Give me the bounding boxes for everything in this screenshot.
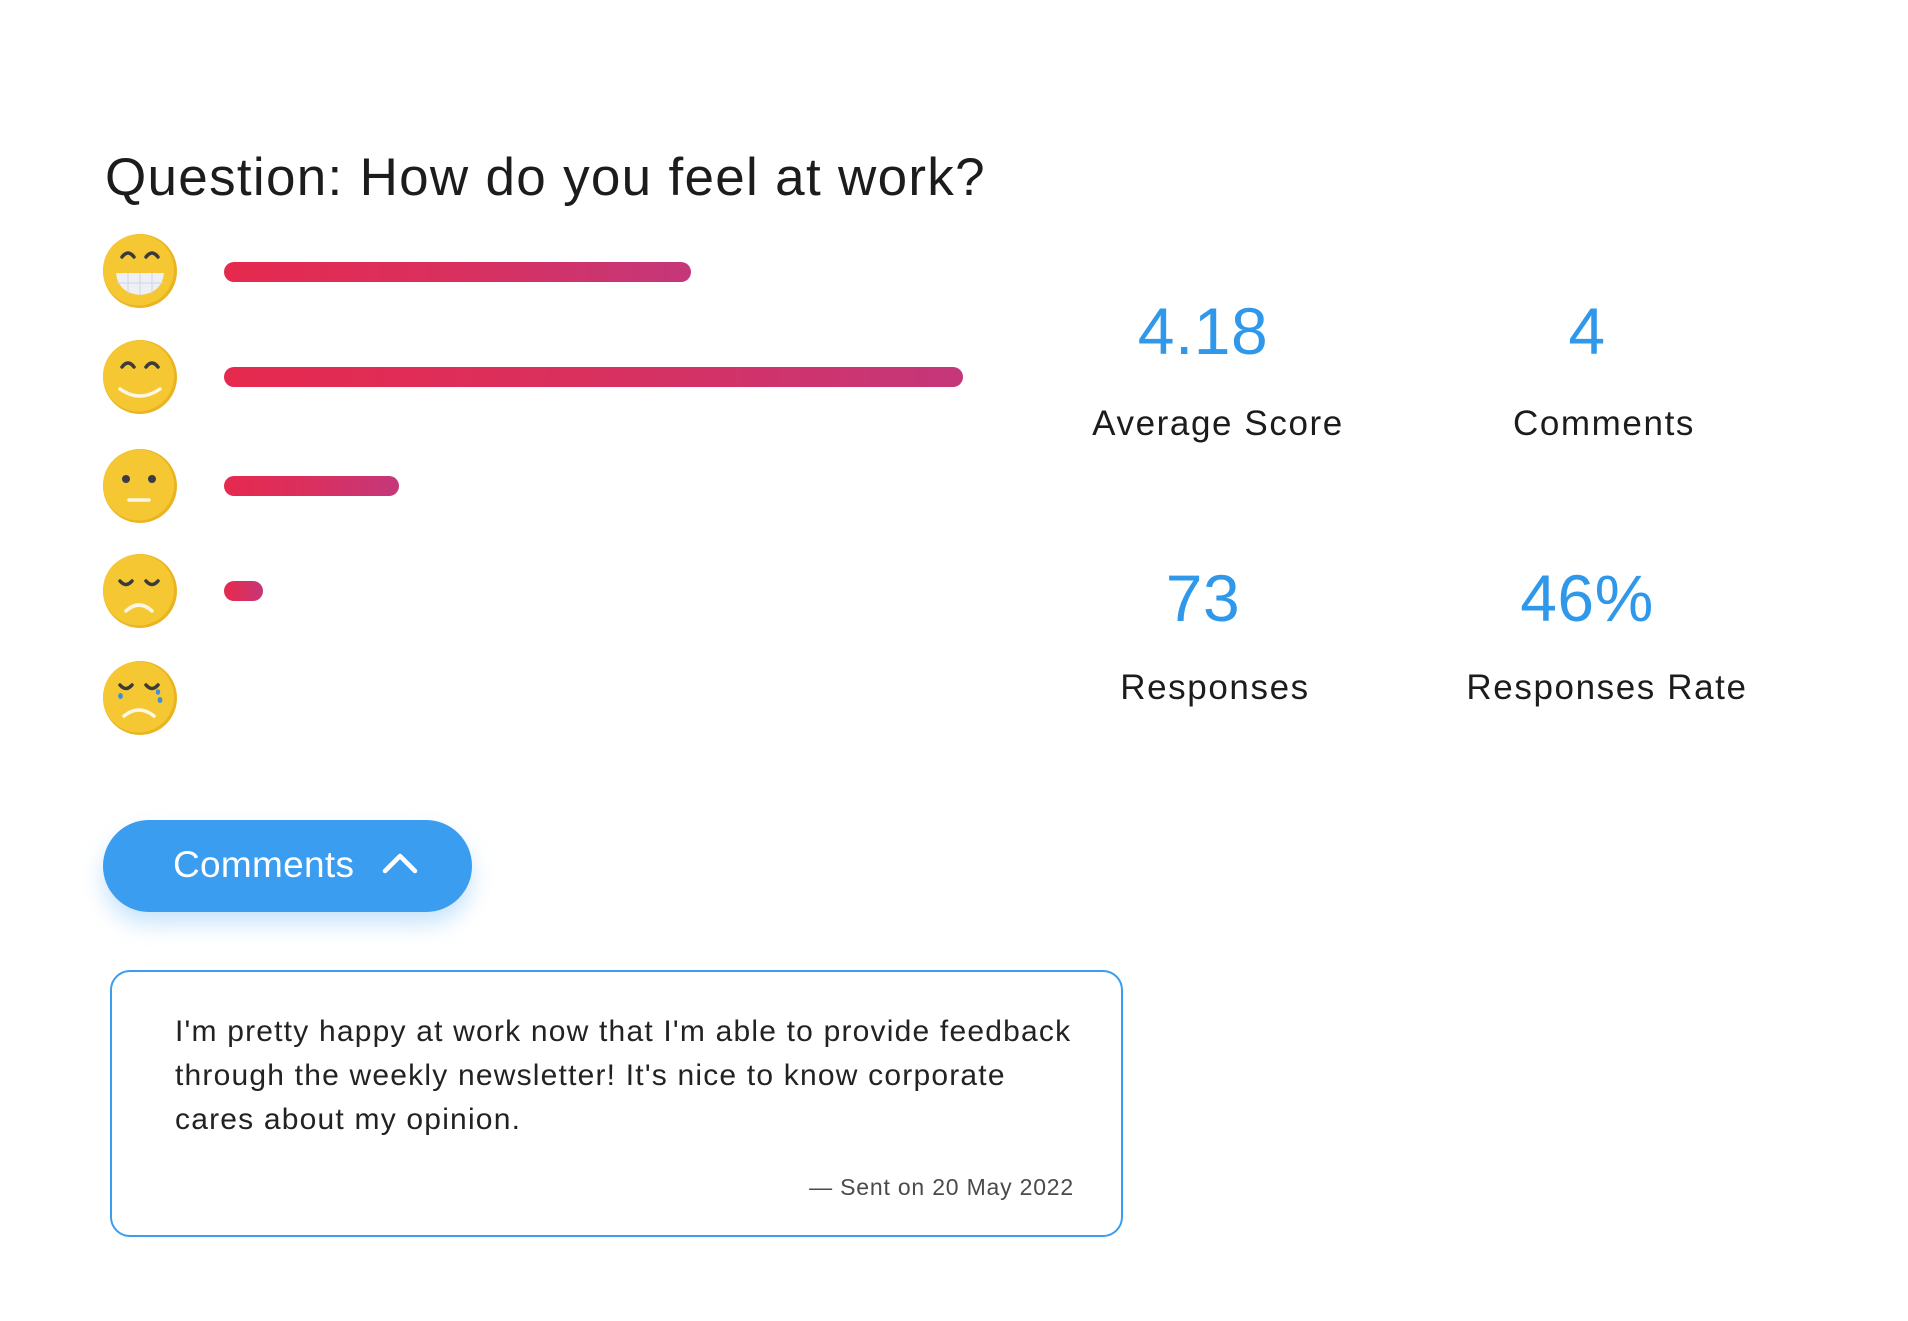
responses-label: Responses <box>1120 668 1310 707</box>
question-title: Question: How do you feel at work? <box>105 147 986 207</box>
smiling-face-icon <box>103 340 177 414</box>
comments-count-label: Comments <box>1512 404 1695 443</box>
comments-count-value: 4 <box>1568 294 1606 368</box>
bar-neutral <box>224 476 400 496</box>
neutral-face-icon <box>103 449 177 523</box>
crying-face-icon <box>103 661 177 735</box>
comment-text: I'm pretty happy at work now that I'm ab… <box>175 1015 1072 1136</box>
comments-button-label: Comments <box>173 844 355 885</box>
response-rate-label: Responses Rate <box>1466 668 1748 707</box>
comment-card: I'm pretty happy at work now that I'm ab… <box>110 970 1123 1237</box>
average-score-value: 4.18 <box>1137 294 1269 368</box>
responses-value: 73 <box>1165 561 1241 635</box>
response-rate-value: 46% <box>1520 561 1654 635</box>
bar-happy <box>224 367 963 387</box>
comment-sent-date: — Sent on 20 May 2022 <box>809 1174 1074 1200</box>
grinning-face-icon <box>103 234 177 308</box>
comments-toggle-button[interactable]: Comments <box>103 820 472 912</box>
average-score-label: Average Score <box>1092 404 1344 443</box>
bar-sad <box>224 581 263 601</box>
bar-very-happy <box>224 262 691 282</box>
chevron-up-icon <box>382 853 418 874</box>
sad-face-icon <box>103 554 177 628</box>
